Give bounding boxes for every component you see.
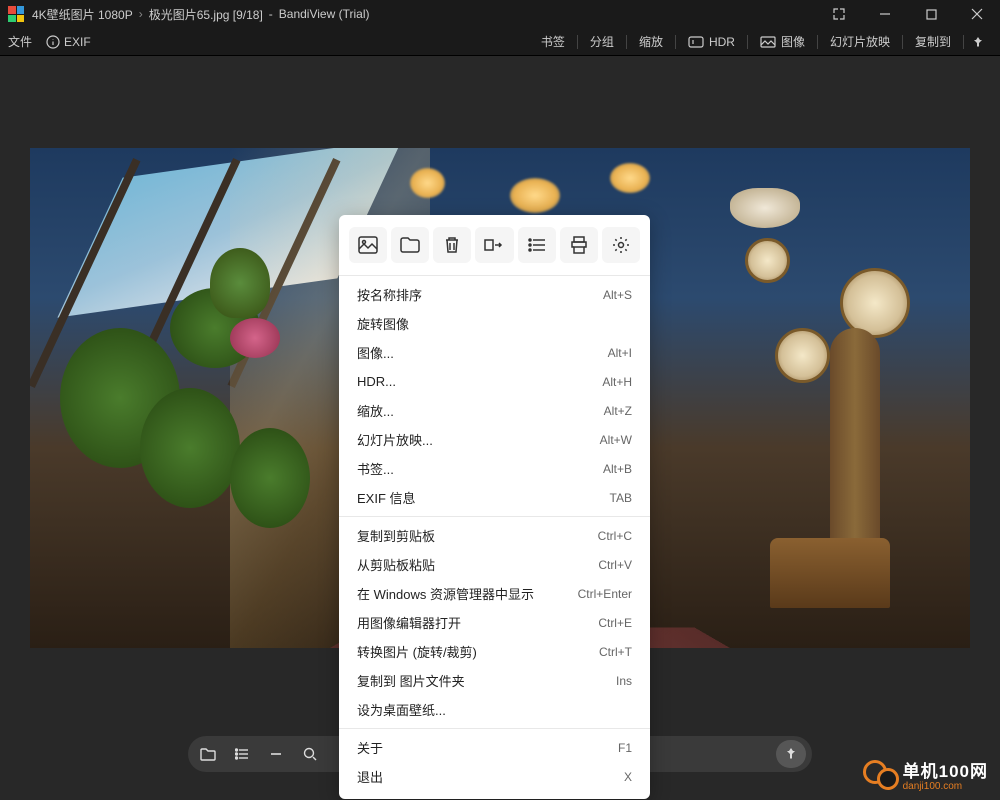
watermark-title: 单机100网 <box>903 763 988 780</box>
menu-item-shortcut: Alt+Z <box>604 404 632 418</box>
settings-icon[interactable] <box>602 227 640 263</box>
menu-item-label: 退出 <box>357 767 383 786</box>
menu-item-shortcut: Ctrl+V <box>598 558 632 572</box>
menu-item-shortcut: Alt+S <box>603 288 632 302</box>
context-menu-item[interactable]: 复制到剪贴板 Ctrl+C <box>339 521 650 550</box>
context-menu-item[interactable]: EXIF 信息 TAB <box>339 483 650 512</box>
menu-item-label: 设为桌面壁纸... <box>357 700 446 719</box>
watermark-url: danji100.com <box>903 782 988 792</box>
menu-item-shortcut: Alt+I <box>608 346 632 360</box>
menu-item-shortcut: Ctrl+T <box>599 645 632 659</box>
context-menu-item[interactable]: 图像... Alt+I <box>339 338 650 367</box>
menu-item-label: HDR... <box>357 374 396 389</box>
context-menu-item[interactable]: 书签... Alt+B <box>339 454 650 483</box>
context-menu-item[interactable]: 转换图片 (旋转/裁剪) Ctrl+T <box>339 637 650 666</box>
context-menu-item[interactable]: 复制到 图片文件夹 Ins <box>339 666 650 695</box>
delete-icon[interactable] <box>433 227 471 263</box>
list-view-button[interactable] <box>226 740 258 768</box>
image-icon[interactable] <box>349 227 387 263</box>
context-menu-item[interactable]: 缩放... Alt+Z <box>339 396 650 425</box>
menu-item-label: 旋转图像 <box>357 314 409 333</box>
context-menu-item[interactable]: 关于 F1 <box>339 733 650 762</box>
menu-item-shortcut: X <box>624 770 632 784</box>
menu-item-label: 转换图片 (旋转/裁剪) <box>357 642 477 661</box>
menu-item-label: 从剪贴板粘贴 <box>357 555 435 574</box>
context-menu: 按名称排序 Alt+S 旋转图像图像... Alt+I HDR... Alt+H 缩放...… <box>339 215 650 799</box>
open-folder-button[interactable] <box>192 740 224 768</box>
menu-item-label: EXIF 信息 <box>357 488 416 507</box>
watermark: 单机100网 danji100.com <box>863 760 988 794</box>
file-menu[interactable]: 文件 <box>8 33 32 50</box>
image-button[interactable]: 图像 <box>748 32 817 52</box>
folder-icon[interactable] <box>391 227 429 263</box>
context-menu-item[interactable]: 按名称排序 Alt+S <box>339 280 650 309</box>
menu-item-label: 复制到剪贴板 <box>357 526 435 545</box>
menu-item-shortcut: Ins <box>616 674 632 688</box>
zoom-button[interactable]: 缩放 <box>627 32 675 52</box>
convert-icon[interactable] <box>475 227 513 263</box>
menu-item-label: 按名称排序 <box>357 285 422 304</box>
context-menu-item[interactable]: 设为桌面壁纸... <box>339 695 650 724</box>
context-menu-item[interactable]: 旋转图像 <box>339 309 650 338</box>
zoom-out-button[interactable] <box>260 740 292 768</box>
menu-item-shortcut: F1 <box>618 741 632 755</box>
menu-item-label: 在 Windows 资源管理器中显示 <box>357 584 534 603</box>
menu-item-label: 缩放... <box>357 401 394 420</box>
menu-item-shortcut: Ctrl+Enter <box>578 587 632 601</box>
minimize-button[interactable] <box>862 0 908 28</box>
zoom-fit-button[interactable] <box>294 740 326 768</box>
watermark-logo-icon <box>863 760 897 794</box>
menu-item-label: 关于 <box>357 738 383 757</box>
print-icon[interactable] <box>560 227 598 263</box>
menu-item-label: 幻灯片放映... <box>357 430 433 449</box>
pin-search-button[interactable] <box>776 740 806 768</box>
context-menu-item[interactable]: 用图像编辑器打开 Ctrl+E <box>339 608 650 637</box>
maximize-button[interactable] <box>908 0 954 28</box>
title-bar: 4K壁纸图片 1080P › 极光图片65.jpg [9/18] - Bandi… <box>0 0 1000 28</box>
context-menu-item[interactable]: 退出 X <box>339 762 650 791</box>
group-button[interactable]: 分组 <box>578 32 626 52</box>
pin-toolbar-button[interactable] <box>964 32 992 52</box>
fullscreen-button[interactable] <box>816 0 862 28</box>
menu-item-shortcut: Alt+B <box>603 462 632 476</box>
menu-item-shortcut: TAB <box>610 491 632 505</box>
toolbar: 文件 EXIF 书签 分组 缩放 HDR 图像 幻灯片放映 复制到 <box>0 28 1000 56</box>
copyto-button[interactable]: 复制到 <box>903 32 963 52</box>
chevron-right-icon: › <box>139 7 143 21</box>
menu-item-shortcut: Alt+H <box>602 375 632 389</box>
menu-item-label: 图像... <box>357 343 394 362</box>
app-logo-icon <box>8 6 24 22</box>
slideshow-button[interactable]: 幻灯片放映 <box>818 32 902 52</box>
menu-item-label: 复制到 图片文件夹 <box>357 671 465 690</box>
menu-item-shortcut: Ctrl+E <box>598 616 632 630</box>
bookmark-button[interactable]: 书签 <box>529 32 577 52</box>
context-menu-item[interactable]: HDR... Alt+H <box>339 367 650 396</box>
menu-item-shortcut: Ctrl+C <box>598 529 632 543</box>
hdr-button[interactable]: HDR <box>676 32 747 52</box>
menu-item-shortcut: Alt+W <box>600 433 632 447</box>
context-menu-item[interactable]: 幻灯片放映... Alt+W <box>339 425 650 454</box>
context-menu-item[interactable]: 从剪贴板粘贴 Ctrl+V <box>339 550 650 579</box>
context-menu-item[interactable]: 在 Windows 资源管理器中显示 Ctrl+Enter <box>339 579 650 608</box>
close-button[interactable] <box>954 0 1000 28</box>
menu-item-label: 书签... <box>357 459 394 478</box>
exif-menu[interactable]: EXIF <box>46 35 91 49</box>
menu-item-label: 用图像编辑器打开 <box>357 613 461 632</box>
window-title: 4K壁纸图片 1080P › 极光图片65.jpg [9/18] - Bandi… <box>32 6 816 23</box>
list-icon[interactable] <box>518 227 556 263</box>
